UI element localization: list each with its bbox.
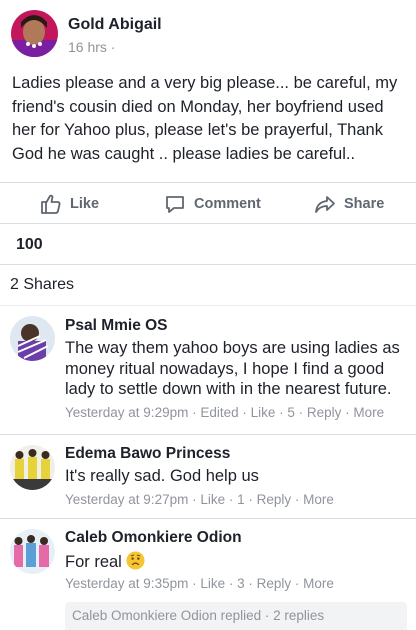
comment-text-row: For real [65,551,405,573]
post-card: Gold Abigail 16 hrs · Ladies please and … [0,0,416,305]
comment-label: Comment [194,196,261,212]
worried-face-icon [126,551,145,570]
comment-meta[interactable]: Yesterday at 9:27pm · Like · 1 · Reply ·… [65,492,334,507]
commenter-name[interactable]: Caleb Omonkiere Odion [65,529,242,547]
comment-icon [166,196,184,213]
post-text: Ladies please and a very big please... b… [12,74,398,163]
share-label: Share [344,196,385,212]
share-button[interactable]: Share [314,192,384,216]
comment-button[interactable]: Comment [164,192,261,216]
comment-text: It's really sad. God help us [65,467,259,485]
comment-text: The way them yahoo boys are using ladies… [65,339,400,398]
commenter-avatar[interactable] [10,445,55,490]
like-label: Like [70,196,100,212]
commenter-avatar[interactable] [10,316,55,361]
divider [0,518,416,519]
reaction-count[interactable]: 100 [16,236,43,254]
divider [0,264,416,265]
comment-meta[interactable]: Yesterday at 9:29pm · Edited · Like · 5 … [65,405,384,420]
comment-list: Psal Mmie OS The way them yahoo boys are… [0,306,416,630]
commenter-avatar[interactable] [10,529,55,574]
share-icon [315,196,335,213]
comment-text: For real [65,553,122,571]
post-author[interactable]: Gold Abigail [68,16,162,34]
divider [0,434,416,435]
post-actions: Like Comment Share [0,182,416,224]
thumbs-up-icon [41,194,61,214]
share-count[interactable]: 2 Shares [10,276,74,294]
post-time[interactable]: 16 hrs · [68,39,115,55]
commenter-name[interactable]: Psal Mmie OS [65,317,168,335]
commenter-name[interactable]: Edema Bawo Princess [65,445,230,463]
like-button[interactable]: Like [40,192,99,216]
comment-meta[interactable]: Yesterday at 9:35pm · Like · 3 · Reply ·… [65,576,334,591]
author-avatar[interactable] [11,10,58,57]
view-replies-link[interactable]: Caleb Omonkiere Odion replied · 2 replie… [65,602,407,630]
